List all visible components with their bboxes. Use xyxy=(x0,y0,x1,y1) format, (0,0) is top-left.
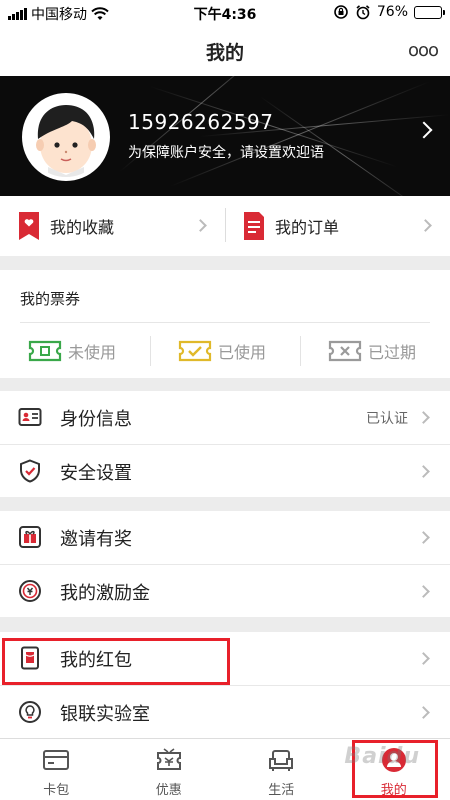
coin-icon xyxy=(19,580,41,602)
coupon-tab-icon xyxy=(156,748,181,770)
watermark: Baidu xyxy=(344,744,420,769)
shield-icon xyxy=(20,459,40,483)
favorites-icon xyxy=(19,212,39,240)
profile-banner[interactable]: 15926262597 为保障账户安全，请设置欢迎语 xyxy=(0,76,450,196)
coupons-section: 我的票券 未使用 已使用 已过期 xyxy=(0,270,450,378)
menu-row-label: 邀请有奖 xyxy=(60,529,132,550)
more-button[interactable]: ooo xyxy=(408,40,439,61)
menu-row-label: 我的激励金 xyxy=(60,583,150,604)
chevron-right-icon xyxy=(417,652,430,665)
tab-deals[interactable]: 优惠 xyxy=(113,739,226,800)
page-title: 我的 xyxy=(205,42,244,64)
chevron-right-icon xyxy=(417,585,430,598)
greeting-text: 为保障账户安全，请设置欢迎语 xyxy=(128,145,324,161)
annotation-highlight-box xyxy=(2,638,230,685)
favorites-entry[interactable]: 我的收藏 xyxy=(0,196,225,256)
rotation-lock-icon xyxy=(334,5,348,19)
coupon-used[interactable]: 已使用 xyxy=(178,334,266,368)
coupon-unused-label: 未使用 xyxy=(68,343,117,362)
status-right: 76% xyxy=(333,4,445,20)
chevron-right-icon xyxy=(417,531,430,544)
chevron-right-icon xyxy=(417,465,430,478)
favorites-label: 我的收藏 xyxy=(50,218,115,237)
coupon-expired-label: 已过期 xyxy=(368,343,417,362)
account-group: 身份信息 已认证 安全设置 xyxy=(0,391,450,497)
chevron-right-icon xyxy=(415,121,433,139)
ticket-expired-icon xyxy=(328,340,362,362)
tab-label: 卡包 xyxy=(43,783,70,798)
tab-life[interactable]: 生活 xyxy=(225,739,338,800)
phone-number: 15926262597 xyxy=(128,110,274,134)
verified-status: 已认证 xyxy=(366,411,408,427)
sofa-icon xyxy=(269,750,294,771)
tab-label: 生活 xyxy=(268,783,295,798)
menu-row-label: 安全设置 xyxy=(60,463,132,484)
quick-row: 我的收藏 我的订单 xyxy=(0,196,450,256)
orders-entry[interactable]: 我的订单 xyxy=(225,196,450,256)
alarm-icon xyxy=(356,5,370,20)
orders-icon xyxy=(244,212,264,240)
coupons-divider xyxy=(20,322,430,323)
bulb-icon xyxy=(19,701,41,723)
card-icon xyxy=(43,750,70,770)
menu-row-label: 身份信息 xyxy=(60,409,132,430)
status-bar: 中国移动 下午4:36 76% xyxy=(0,0,450,26)
id-card-icon xyxy=(18,408,42,426)
chevron-right-icon xyxy=(194,219,207,232)
avatar[interactable] xyxy=(22,93,110,181)
chevron-right-icon xyxy=(419,219,432,232)
ticket-used-icon xyxy=(178,340,212,362)
battery-percent: 76% xyxy=(376,4,408,20)
menu-row-incentive[interactable]: 我的激励金 xyxy=(0,564,450,617)
menu-row-invite[interactable]: 邀请有奖 xyxy=(0,511,450,564)
orders-label: 我的订单 xyxy=(275,218,340,237)
coupon-separator xyxy=(150,336,151,366)
menu-row-identity[interactable]: 身份信息 已认证 xyxy=(0,391,450,444)
coupon-used-label: 已使用 xyxy=(218,343,267,362)
tab-label: 优惠 xyxy=(155,783,182,798)
coupon-unused[interactable]: 未使用 xyxy=(28,334,116,368)
coupons-title: 我的票券 xyxy=(20,290,81,308)
rewards-group: 邀请有奖 我的激励金 xyxy=(0,511,450,617)
avatar-face-icon xyxy=(26,97,106,177)
nav-bar: 我的 ooo xyxy=(0,26,450,76)
coupon-expired[interactable]: 已过期 xyxy=(328,334,416,368)
tab-card[interactable]: 卡包 xyxy=(0,739,113,800)
gift-icon xyxy=(19,526,41,548)
ticket-unused-icon xyxy=(28,340,62,362)
coupon-separator xyxy=(300,336,301,366)
menu-row-security[interactable]: 安全设置 xyxy=(0,444,450,497)
chevron-right-icon xyxy=(417,411,430,424)
menu-row-label: 银联实验室 xyxy=(60,704,150,725)
chevron-right-icon xyxy=(417,706,430,719)
battery-icon xyxy=(414,5,445,19)
menu-row-lab[interactable]: 银联实验室 xyxy=(0,685,450,738)
